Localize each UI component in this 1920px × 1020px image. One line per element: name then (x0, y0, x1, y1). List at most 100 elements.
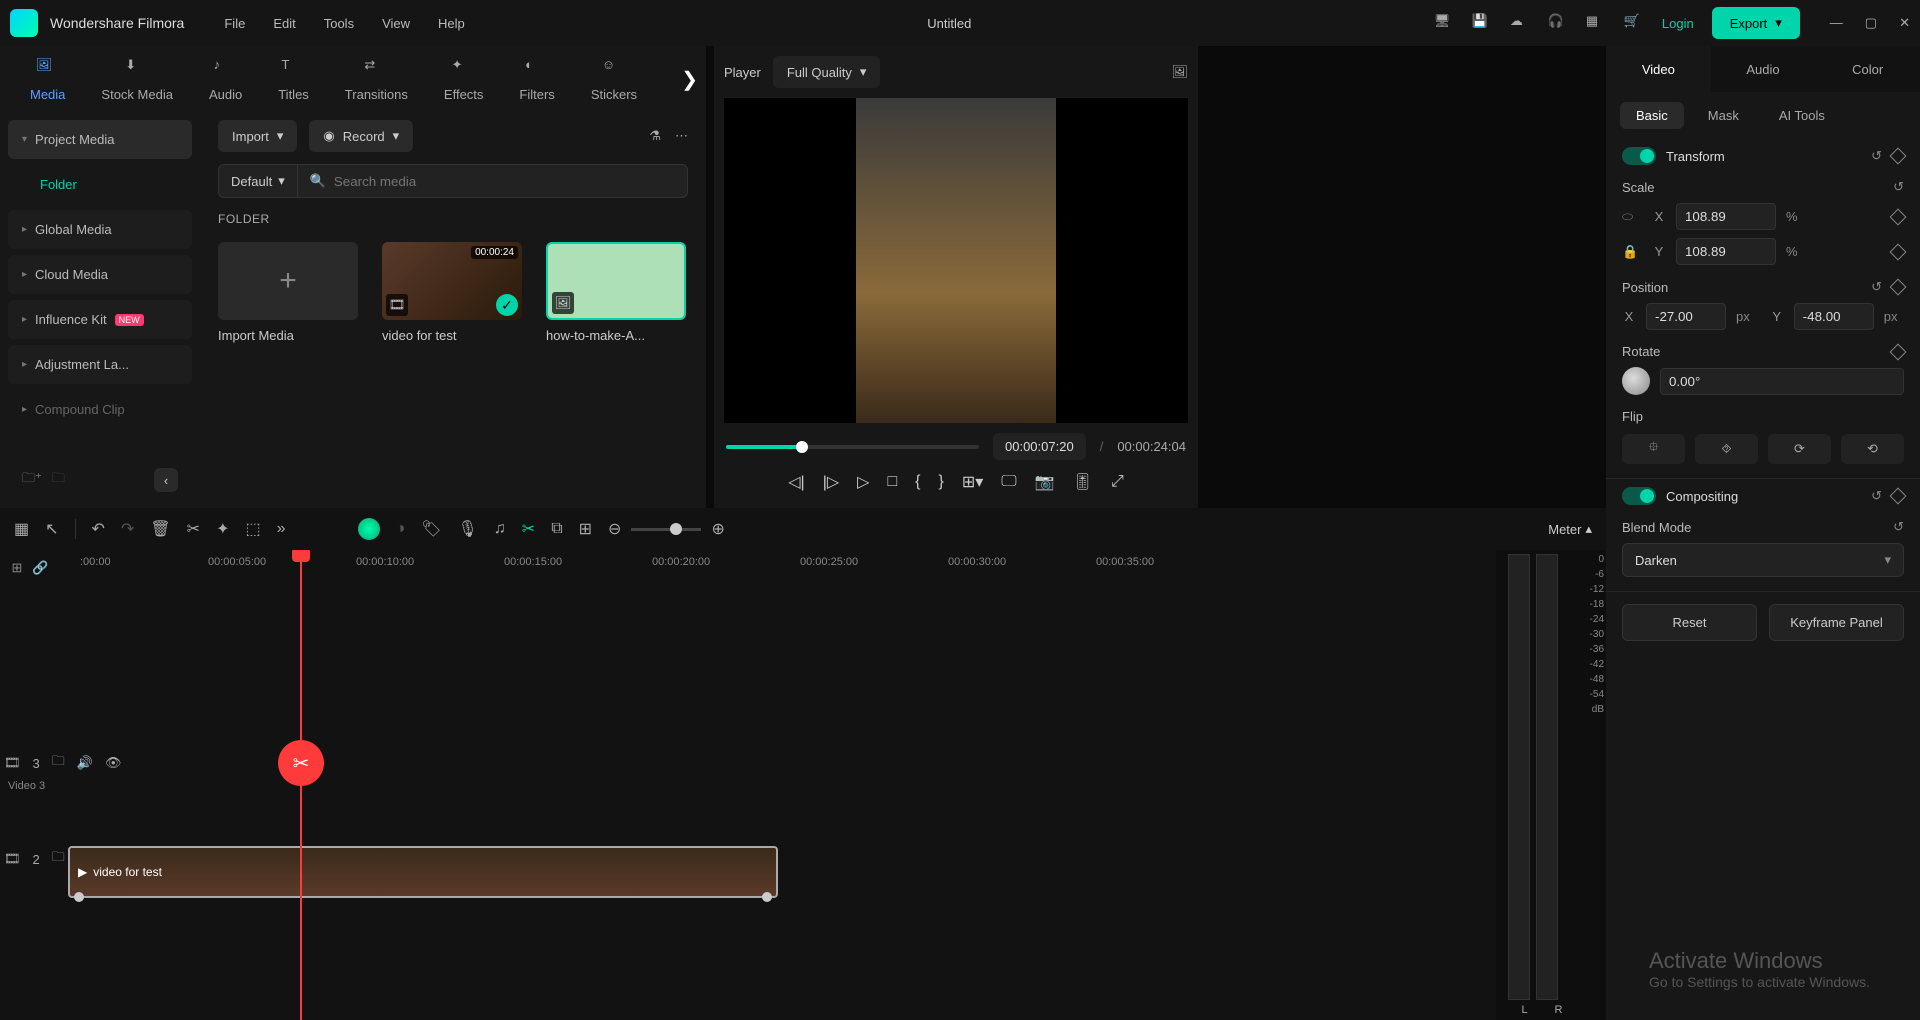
media-card-howto[interactable]: 🖼 how-to-make-A... (546, 242, 686, 343)
import-button[interactable]: Import▾ (218, 120, 297, 152)
scale-y-input[interactable] (1676, 238, 1776, 265)
timeline-ruler[interactable]: :00:00 00:00:05:00 00:00:10:00 00:00:15:… (60, 550, 1496, 586)
reset-button[interactable]: Reset (1622, 604, 1757, 641)
reset-icon[interactable]: ↺ (1893, 519, 1904, 535)
sort-button[interactable]: Default▾ (218, 164, 297, 198)
subtab-mask[interactable]: Mask (1692, 102, 1755, 129)
reset-icon[interactable]: ↺ (1871, 279, 1882, 295)
tab-stickers[interactable]: ☺Stickers (591, 57, 637, 102)
marker-icon[interactable]: 🏷 (421, 519, 441, 539)
login-button[interactable]: Login (1662, 16, 1694, 31)
tab-effects[interactable]: ✦Effects (444, 57, 484, 102)
link-track-icon[interactable]: 🔗 (32, 560, 48, 576)
rotate-input[interactable] (1660, 368, 1904, 395)
fullscreen-icon[interactable]: ⤢ (1111, 473, 1124, 491)
lock-icon[interactable]: 🔒 (1622, 244, 1636, 260)
add-track-icon[interactable]: ⊞ (11, 560, 22, 576)
cloud-icon[interactable]: ☁ (1510, 13, 1530, 33)
reset-icon[interactable]: ↺ (1871, 488, 1882, 504)
subtab-basic[interactable]: Basic (1620, 102, 1684, 129)
effects-icon[interactable]: ✦ (216, 519, 229, 539)
tab-filters[interactable]: ◐Filters (519, 57, 554, 102)
filter-icon[interactable]: ⚗ (649, 128, 661, 144)
meter-toggle[interactable]: Meter▴ (1548, 521, 1592, 537)
device-icon[interactable]: 🖥 (1434, 13, 1454, 33)
crop-button[interactable]: ⬚ (245, 519, 260, 539)
menu-tools[interactable]: Tools (324, 16, 354, 31)
close-button[interactable]: ✕ (1899, 15, 1910, 31)
sidebar-item-project-media[interactable]: ▾Project Media (8, 120, 192, 159)
cursor-icon[interactable]: ↖ (45, 519, 58, 539)
play-button[interactable]: ▷ (857, 472, 869, 492)
keyframe-icon[interactable] (1890, 243, 1907, 260)
scrub-handle[interactable] (796, 441, 808, 453)
menu-file[interactable]: File (224, 16, 245, 31)
sidebar-item-compound-clip[interactable]: ▸Compound Clip (8, 390, 192, 429)
group-icon[interactable]: ⧉ (551, 520, 562, 538)
maximize-button[interactable]: ▢ (1865, 15, 1877, 31)
apps-icon[interactable]: ▦ (1586, 13, 1606, 33)
more-icon[interactable]: ⋯ (675, 128, 688, 144)
transform-toggle[interactable] (1622, 147, 1656, 165)
search-box[interactable]: 🔍 (297, 164, 688, 198)
rotate-cw-button[interactable]: ⟳ (1768, 434, 1831, 464)
quality-select[interactable]: Full Quality▾ (773, 56, 881, 88)
delete-button[interactable]: 🗑 (150, 519, 170, 539)
audio-mix-icon[interactable]: 🎚 (1073, 472, 1093, 492)
sidebar-item-adjustment-layer[interactable]: ▸Adjustment La... (8, 345, 192, 384)
flip-vertical-button[interactable]: ⯑ (1695, 434, 1758, 464)
tab-titles[interactable]: TTitles (278, 57, 309, 102)
scissors-button[interactable]: ✂ (278, 740, 324, 786)
blend-mode-select[interactable]: Darken ▾ (1622, 543, 1904, 577)
keyframe-icon[interactable] (1890, 208, 1907, 225)
clip-handle-right[interactable] (762, 892, 772, 902)
redo-button[interactable]: ↷ (121, 519, 134, 539)
snapshot-icon[interactable]: 🖼 (1171, 64, 1188, 80)
audio-icon[interactable]: ♫ (494, 520, 506, 538)
collapse-sidebar-icon[interactable]: ‹ (154, 468, 178, 492)
flip-horizontal-button[interactable]: ⯐ (1622, 434, 1685, 464)
grid-icon[interactable]: ▦ (14, 519, 29, 539)
mark-out-button[interactable]: } (939, 473, 944, 491)
link-icon[interactable]: ⬭ (1622, 209, 1636, 225)
ai-chat-icon[interactable] (358, 518, 380, 540)
export-button[interactable]: Export ▾ (1712, 7, 1800, 39)
scale-x-input[interactable] (1676, 203, 1776, 230)
media-card-video[interactable]: 00:00:24 🎞 ✓ video for test (382, 242, 522, 343)
tab-media[interactable]: 🖼Media (30, 57, 65, 102)
position-x-input[interactable] (1646, 303, 1726, 330)
minimize-button[interactable]: ― (1830, 15, 1843, 31)
menu-view[interactable]: View (382, 16, 410, 31)
camera-icon[interactable]: 📷 (1035, 472, 1055, 492)
expand-icon[interactable]: ⊞ (579, 519, 592, 539)
save-icon[interactable]: 💾 (1472, 13, 1492, 33)
reset-icon[interactable]: ↺ (1893, 179, 1904, 195)
tab-audio[interactable]: ♪Audio (209, 57, 242, 102)
sidebar-item-cloud-media[interactable]: ▸Cloud Media (8, 255, 192, 294)
keyframe-icon[interactable] (1890, 148, 1907, 165)
preview-viewport[interactable] (724, 98, 1188, 423)
search-input[interactable] (334, 174, 675, 189)
timeline-clip[interactable]: ▶ video for test (68, 846, 778, 898)
sidebar-item-global-media[interactable]: ▸Global Media (8, 210, 192, 249)
cut-button[interactable]: ✂ (187, 519, 200, 539)
keyframe-icon[interactable] (1890, 279, 1907, 296)
subtab-ai-tools[interactable]: AI Tools (1763, 102, 1841, 129)
speed-icon[interactable]: ◑ (396, 520, 406, 538)
folder-icon[interactable]: 🗀 (52, 469, 65, 491)
ratio-button[interactable]: ⊞▾ (962, 472, 983, 492)
mark-in-button[interactable]: { (915, 473, 920, 491)
tab-video[interactable]: Video (1606, 46, 1711, 92)
import-media-card[interactable]: + Import Media (218, 242, 358, 343)
zoom-out-button[interactable]: ⊖ (608, 519, 621, 539)
next-frame-button[interactable]: |▷ (823, 472, 839, 492)
undo-button[interactable]: ↶ (92, 519, 105, 539)
headphones-icon[interactable]: 🎧 (1548, 13, 1568, 33)
tab-stock-media[interactable]: ⬇Stock Media (101, 57, 173, 102)
prev-frame-button[interactable]: ◁| (788, 472, 804, 492)
menu-edit[interactable]: Edit (273, 16, 295, 31)
split-icon[interactable]: ✂ (522, 519, 535, 539)
voiceover-icon[interactable]: 🎙 (457, 519, 477, 539)
more-tools-icon[interactable]: » (277, 520, 286, 538)
tab-transitions[interactable]: ⇄Transitions (345, 57, 408, 102)
